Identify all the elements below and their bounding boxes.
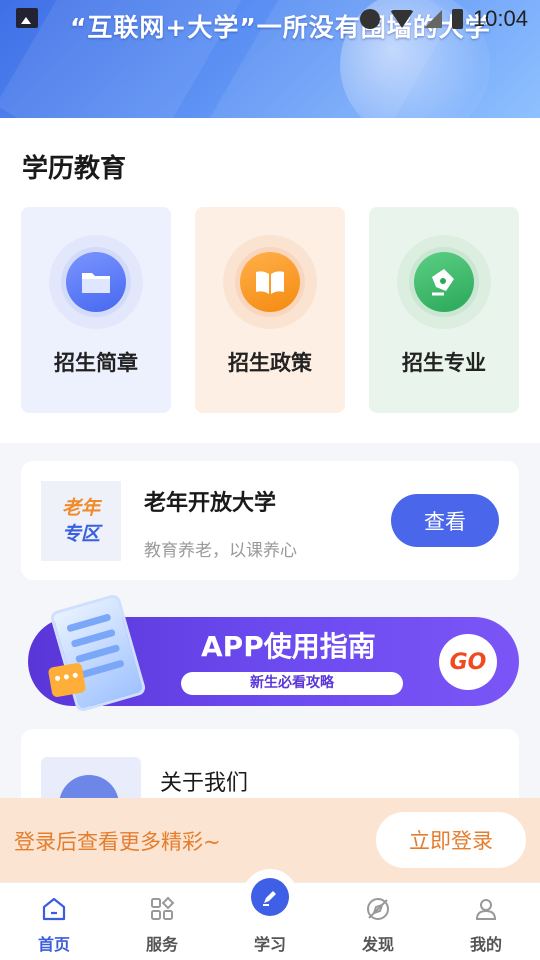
- wifi-icon: [389, 10, 414, 28]
- app-guide-banner[interactable]: ••• APP使用指南 新生必看攻略 GO: [28, 593, 519, 713]
- tab-home[interactable]: 首页: [0, 883, 108, 960]
- card-label: 招生专业: [402, 351, 486, 375]
- logo-line-1: 老年: [61, 497, 100, 519]
- pen-icon: [251, 878, 289, 916]
- login-prompt-text: 登录后查看更多精彩~: [14, 830, 221, 854]
- admission-brochure-card[interactable]: 招生简章: [21, 207, 171, 413]
- senior-zone-logo: 老年 专区: [41, 481, 121, 561]
- bottom-tab-bar: 首页 服务 学习 发现 我的: [0, 869, 540, 960]
- login-button[interactable]: 立即登录: [376, 812, 526, 868]
- tab-discover[interactable]: 发现: [324, 883, 432, 960]
- book-icon: [240, 252, 300, 312]
- senior-subtitle: 教育养老，以课养心: [144, 541, 297, 561]
- tab-label: 学习: [253, 935, 286, 954]
- section-title: 学历教育: [22, 154, 127, 184]
- icon-halo: [397, 235, 491, 329]
- status-bar: 10:04: [0, 0, 540, 38]
- tab-services[interactable]: 服务: [108, 883, 216, 960]
- tab-label: 我的: [469, 935, 502, 954]
- senior-title: 老年开放大学: [144, 491, 277, 516]
- icon-halo: [223, 235, 317, 329]
- icon-halo: [49, 235, 143, 329]
- go-button[interactable]: GO: [439, 634, 497, 690]
- tab-label: 服务: [145, 935, 178, 954]
- admission-majors-card[interactable]: 招生专业: [369, 207, 519, 413]
- tab-label: 首页: [37, 935, 70, 954]
- folder-icon: [66, 252, 126, 312]
- signal-icon: [423, 10, 442, 28]
- about-title: 关于我们: [160, 771, 249, 796]
- home-icon: [42, 897, 66, 921]
- admission-policy-card[interactable]: 招生政策: [195, 207, 345, 413]
- chat-bubble-icon: •••: [47, 662, 87, 698]
- grid-icon: [151, 896, 175, 920]
- pen-nib-icon: [414, 252, 474, 312]
- image-notification-icon: [16, 8, 38, 28]
- tab-mine[interactable]: 我的: [432, 883, 540, 960]
- tab-label: 发现: [361, 935, 394, 954]
- senior-university-card[interactable]: 老年 专区 老年开放大学 教育养老，以课养心 查看: [21, 461, 519, 580]
- education-section: 学历教育 招生简章 招生政策 招生专业: [0, 118, 540, 443]
- guide-title: APP使用指南: [201, 630, 376, 663]
- battery-icon: [451, 9, 463, 29]
- card-label: 招生简章: [54, 351, 138, 375]
- status-indicators: 10:04: [359, 6, 528, 32]
- user-icon: [475, 899, 497, 920]
- card-label: 招生政策: [228, 351, 312, 375]
- status-time: 10:04: [472, 6, 528, 31]
- guide-subtitle-pill: 新生必看攻略: [181, 672, 403, 695]
- compass-icon: [367, 898, 389, 920]
- notification-dot-icon: [359, 9, 380, 29]
- logo-line-2: 专区: [61, 523, 100, 545]
- tab-study[interactable]: 学习: [216, 869, 324, 960]
- view-button[interactable]: 查看: [391, 494, 499, 547]
